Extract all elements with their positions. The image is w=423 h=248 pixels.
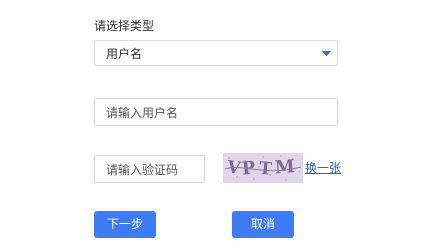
captcha-char: T [258, 159, 273, 180]
next-button[interactable]: 下一步 [94, 211, 156, 238]
page: 请选择类型 用户名 请输入用户名 请输入验证码 V P T M 换一张 下一步 … [0, 0, 423, 248]
cancel-button[interactable]: 取消 [232, 211, 294, 238]
chevron-down-icon [322, 50, 331, 57]
captcha-placeholder: 请输入验证码 [106, 163, 179, 177]
type-select-value: 用户名 [106, 47, 143, 61]
type-label: 请选择类型 [94, 19, 155, 33]
type-select[interactable]: 用户名 [94, 40, 338, 66]
captcha-input[interactable]: 请输入验证码 [94, 155, 205, 183]
username-placeholder: 请输入用户名 [106, 106, 179, 120]
username-input[interactable]: 请输入用户名 [94, 98, 338, 126]
captcha-char: M [274, 156, 295, 178]
captcha-image[interactable]: V P T M [223, 153, 303, 183]
refresh-captcha-link[interactable]: 换一张 [305, 160, 341, 176]
